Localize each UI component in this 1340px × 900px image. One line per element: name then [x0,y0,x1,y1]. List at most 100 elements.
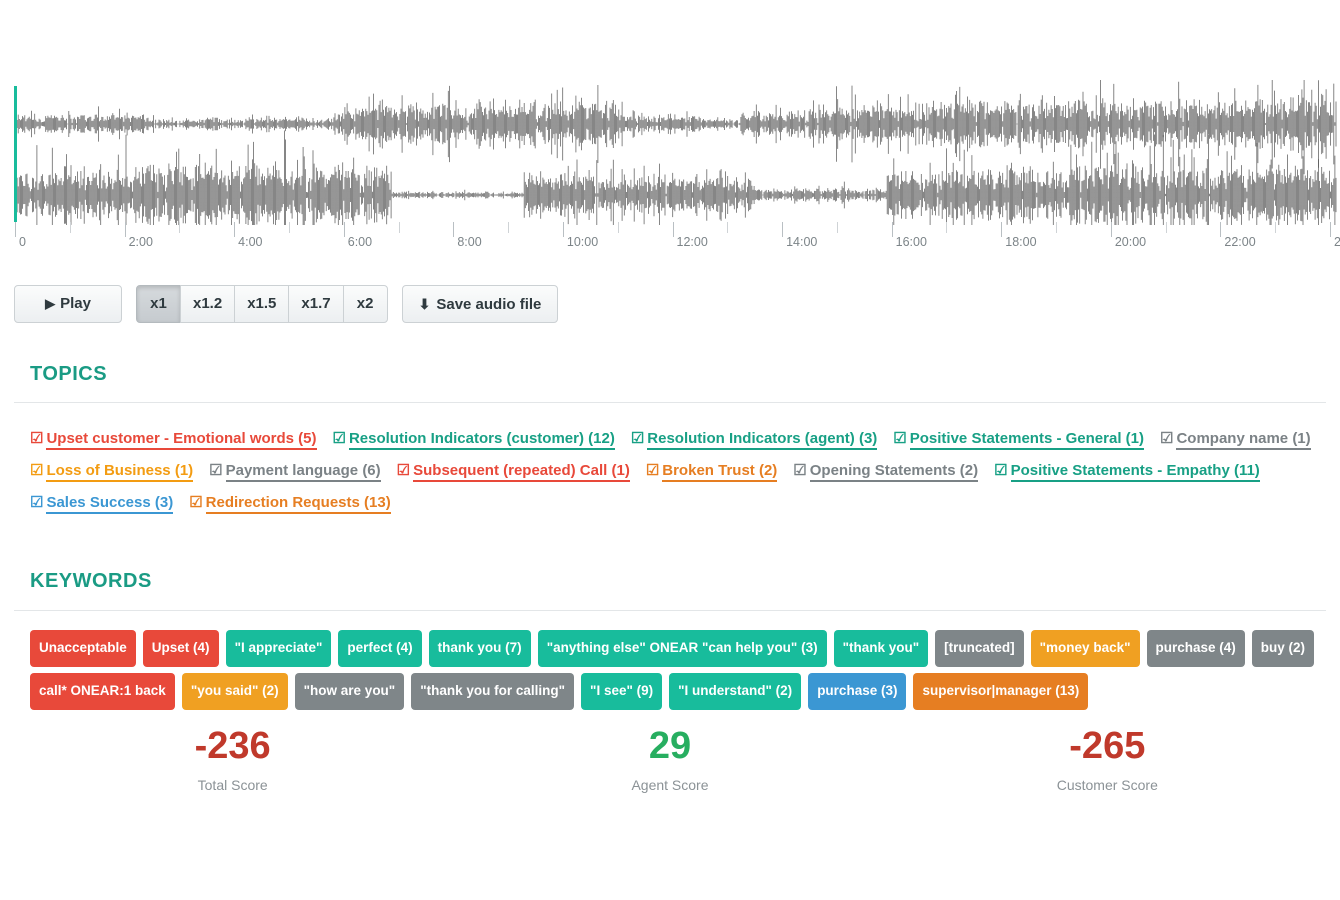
checkbox-checked-icon[interactable]: ☑ [30,430,43,447]
topic-label: Company name (1) [1176,430,1311,450]
timeline-tick-label: 16:00 [895,235,927,249]
play-button-label: Play [60,295,91,312]
topic-label: Broken Trust (2) [662,462,778,482]
topic-item[interactable]: ☑ Resolution Indicators (customer) (12) [333,423,615,455]
checkbox-checked-icon[interactable]: ☑ [893,430,906,447]
score-value: 29 [648,725,692,767]
keyword-tag[interactable]: "I understand" (2) [669,673,802,710]
keyword-tag[interactable]: buy (2) [1251,630,1315,667]
keywords-heading: KEYWORDS [30,570,152,592]
timeline-tick-label: 14:00 [786,235,818,249]
timeline-tick-minor [1165,222,1167,233]
timeline-tick-label: 8:00 [457,235,482,249]
speed-button-x1.5[interactable]: x1.5 [234,285,290,323]
keyword-tag[interactable]: supervisor|manager (13) [913,673,1089,710]
topic-label: Positive Statements - Empathy (11) [1010,462,1260,482]
keyword-tag[interactable]: "money back" [1030,630,1140,667]
topics-list: ☑ Upset customer - Emotional words (5) ☑ Re… [30,423,1330,519]
keyword-tag[interactable]: thank you (7) [428,630,531,667]
topic-item[interactable]: ☑ Redirection Requests (13) [189,487,391,519]
topics-heading: TOPICS [30,363,108,385]
keyword-tag[interactable]: perfect (4) [338,630,422,667]
save-audio-file-button[interactable]: ⬇ Save audio file [401,285,559,323]
timeline-tick-label: 20:00 [1114,235,1147,249]
timeline-tick-minor [727,222,729,233]
keyword-tag[interactable]: "I appreciate" [225,630,332,667]
play-button[interactable]: ▶ Play [14,285,122,323]
score-label: Agent Score [631,776,709,793]
topic-item[interactable]: ☑ Loss of Business (1) [30,455,194,487]
score-label: Total Score [197,776,268,793]
timeline-tick-minor [617,222,619,233]
timeline-tick-minor [946,222,948,233]
timeline-tick-minor [179,222,181,233]
topic-item[interactable]: ☑ Upset customer - Emotional words (5) [30,423,317,455]
timeline-tick-label: 4:00 [238,235,263,249]
speed-button-x1[interactable]: x1 [136,285,181,323]
playhead-cursor[interactable] [14,86,17,222]
speed-button-x1.7[interactable]: x1.7 [288,285,344,323]
timeline-axis[interactable]: 0 2:00 4:00 6:00 8:00 10:00 12:00 14:00 16:00 18:… [0,222,1340,252]
timeline-tick-minor [69,222,71,233]
checkbox-checked-icon[interactable]: ☑ [1160,430,1173,447]
checkbox-checked-icon[interactable]: ☑ [646,462,659,479]
keyword-tag[interactable]: "I see" (9) [581,673,663,710]
keyword-tag[interactable]: "how are you" [294,673,405,710]
topic-item[interactable]: ☑ Positive Statements - Empathy (11) [994,455,1260,487]
timeline-tick-label: 0 [19,235,26,249]
timeline-tick-minor [398,222,400,233]
audio-waveform[interactable] [0,80,1340,225]
waveform-channel-customer [15,130,1337,225]
checkbox-checked-icon[interactable]: ☑ [994,462,1007,479]
speed-button-x2[interactable]: x2 [342,285,388,323]
topic-label: Sales Success (3) [46,494,174,514]
waveform-canvas[interactable] [0,80,1340,225]
checkbox-checked-icon[interactable]: ☑ [793,462,806,479]
timeline-tick-label: 2:00 [128,235,153,249]
keyword-tag[interactable]: [truncated] [935,630,1024,667]
score-card: -265 Customer Score [889,725,1326,793]
checkbox-checked-icon[interactable]: ☑ [209,462,222,479]
keyword-tag[interactable]: call* ONEAR:1 back [30,673,175,710]
checkbox-checked-icon[interactable]: ☑ [30,462,43,479]
topic-item[interactable]: ☑ Resolution Indicators (agent) (3) [631,423,878,455]
topic-label: Resolution Indicators (agent) (3) [647,430,878,450]
checkbox-checked-icon[interactable]: ☑ [30,494,43,511]
topic-item[interactable]: ☑ Payment language (6) [209,455,381,487]
topic-label: Payment language (6) [225,462,381,482]
topic-label: Resolution Indicators (customer) (12) [348,430,615,450]
save-audio-file-label: Save audio file [436,296,542,313]
checkbox-checked-icon[interactable]: ☑ [397,462,410,479]
play-triangle-icon: ▶ [45,296,56,311]
keyword-tag[interactable]: "anything else" ONEAR "can help you" (3) [537,630,827,667]
topic-label: Upset customer - Emotional words (5) [46,430,317,450]
topics-divider [14,402,1326,403]
keywords-divider [14,610,1326,611]
topic-item[interactable]: ☑ Broken Trust (2) [646,455,778,487]
score-label: Customer Score [1056,776,1158,793]
speed-button-x1.2[interactable]: x1.2 [180,285,236,323]
checkbox-checked-icon[interactable]: ☑ [631,430,644,447]
topic-item[interactable]: ☑ Sales Success (3) [30,487,174,519]
topic-item[interactable]: ☑ Company name (1) [1160,423,1311,455]
keyword-tag[interactable]: Upset (4) [142,630,219,667]
score-value: -265 [1069,725,1146,767]
keyword-tag[interactable]: Unacceptable [30,630,136,667]
timeline-tick-minor [1275,222,1277,233]
timeline-tick-label: 24:00 [1334,235,1340,249]
keyword-tag[interactable]: "you said" (2) [181,673,288,710]
checkbox-checked-icon[interactable]: ☑ [333,430,346,447]
score-value: -236 [194,725,271,767]
keyword-tag[interactable]: purchase (4) [1146,630,1245,667]
topic-item[interactable]: ☑ Subsequent (repeated) Call (1) [397,455,630,487]
topic-item[interactable]: ☑ Opening Statements (2) [793,455,979,487]
checkbox-checked-icon[interactable]: ☑ [189,494,202,511]
keyword-tag[interactable]: "thank you" [833,630,929,667]
keyword-tag[interactable]: "thank you for calling" [411,673,575,710]
timeline-tick-minor [1056,222,1058,233]
playback-speed-group: x1 x1.2 x1.5 x1.7 x2 [136,285,388,323]
keyword-tag[interactable]: purchase (3) [808,673,907,710]
download-icon: ⬇ [418,296,431,312]
topic-item[interactable]: ☑ Positive Statements - General (1) [893,423,1144,455]
timeline-tick-minor [288,222,290,233]
